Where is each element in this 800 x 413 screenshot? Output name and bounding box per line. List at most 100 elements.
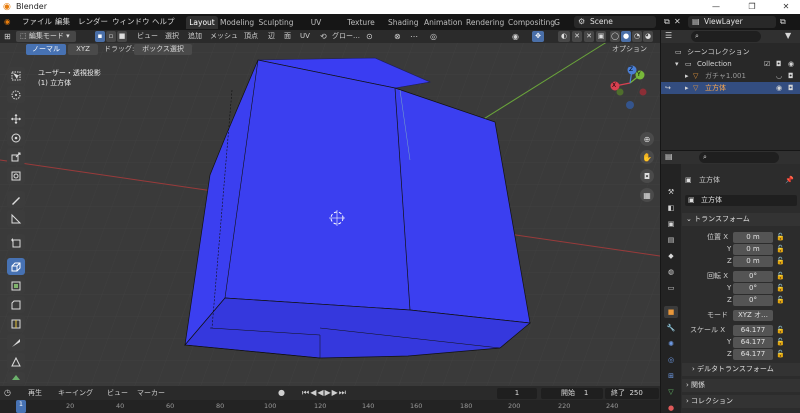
gizmo-toggle-button[interactable]: ✥ (532, 31, 544, 42)
timeline-editor-type-icon[interactable]: ◷ (4, 386, 11, 400)
lock-icon[interactable]: 🔓 (776, 349, 785, 360)
menu-view[interactable]: ビュー (137, 30, 158, 43)
tool-add-cube[interactable] (7, 234, 25, 251)
eye-icon[interactable]: ◉ (788, 58, 794, 70)
vertex-select-button[interactable]: ▪ (95, 31, 105, 42)
scene-browse-icon[interactable]: ⧉ (664, 14, 670, 30)
editor-type-icon[interactable]: ⊞ (4, 30, 11, 43)
hide-icon[interactable]: ◡ (776, 70, 782, 82)
playback-menu[interactable]: 再生 (28, 386, 42, 400)
tab-particles-icon[interactable]: ✺ (664, 338, 678, 350)
camera-view-button[interactable]: ◘ (640, 169, 654, 183)
start-frame-field[interactable]: 開始 1 (541, 388, 603, 399)
transform-orientation-select[interactable]: グロー… (332, 30, 360, 43)
overlay-toggle-button[interactable]: ◐ (558, 31, 570, 42)
tab-collection-icon[interactable]: ▭ (664, 282, 678, 294)
tool-annotate[interactable] (7, 191, 25, 208)
tab-overflow[interactable]: G (553, 16, 561, 29)
expand-icon[interactable]: ▸ (685, 70, 689, 82)
location-y-field[interactable]: 0 m (733, 244, 773, 255)
transform-panel-header[interactable]: ⌄ トランスフォーム (682, 213, 800, 226)
tab-modifier-icon[interactable]: 🔧 (664, 322, 678, 334)
outliner-collection[interactable]: ▾ ▭ Collection ☑ ◘ ◉ (661, 58, 800, 70)
xray-b-icon[interactable]: ✕ (584, 31, 594, 42)
object-name-field[interactable]: 立方体 (685, 195, 797, 206)
3d-viewport[interactable]: X Y Z ⊞ ⬚ 編集モード ▾ ▪ ▫ ■ ビュー 選択 追加 メッシュ 頂… (0, 30, 660, 386)
end-frame-field[interactable]: 終了 250 (605, 388, 659, 399)
properties-editor-type-icon[interactable]: ▤ (665, 152, 673, 161)
camera-icon[interactable]: ◘ (788, 82, 794, 94)
tool-rotate[interactable] (7, 129, 25, 146)
tool-transform[interactable] (7, 167, 25, 184)
snap-icon[interactable]: ⊗ (394, 30, 401, 43)
mode-selector[interactable]: ⬚ 編集モード ▾ (16, 31, 76, 42)
viewlayer-selector[interactable]: ▤ ViewLayer (688, 16, 776, 28)
transform-orientation-icon[interactable]: ⟲ (320, 30, 327, 43)
tool-inset[interactable] (7, 277, 25, 294)
drag-select-dropdown[interactable]: ボックス選択 (134, 44, 192, 55)
delta-transform-panel-header[interactable]: › デルタトランスフォーム (682, 363, 800, 376)
gizmo-z-label[interactable]: Z (629, 66, 633, 73)
tool-poly-build[interactable] (7, 353, 25, 370)
tab-shading[interactable]: Shading (388, 16, 418, 29)
visibility-icon[interactable]: ◉ (512, 30, 519, 43)
menu-mesh[interactable]: メッシュ (210, 30, 238, 43)
scale-x-field[interactable]: 64.177 (733, 325, 773, 336)
menu-add[interactable]: 追加 (188, 30, 202, 43)
zoom-view-button[interactable]: ⊕ (640, 132, 654, 146)
collection-panel-header[interactable]: › コレクション (682, 395, 800, 408)
pivot-point-icon[interactable]: ⊙ (366, 30, 373, 43)
menu-select[interactable]: 選択 (165, 30, 179, 43)
outliner-item-gacha[interactable]: ▸ ▽ ガチャ1.001 ◡ ◘ (661, 70, 800, 82)
tab-object-icon[interactable]: ■ (664, 306, 678, 318)
shading-material-button[interactable]: ◔ (632, 31, 642, 42)
tool-extrude[interactable] (7, 258, 25, 275)
playback-controls[interactable]: ⏮◀◀▶▶⏭ (302, 386, 347, 400)
tab-uv-editing[interactable]: UV Editing (297, 16, 335, 40)
rotation-mode-dropdown[interactable]: XYZ オ… (733, 310, 773, 321)
tab-scene-icon[interactable]: ◆ (664, 250, 678, 262)
viewlayer-browse-icon[interactable]: ⧉ (780, 14, 786, 30)
xyz-axis-button[interactable]: XYZ (68, 44, 98, 55)
outliner-item-cube[interactable]: ↪ ▸ ▽ 立方体 ◉ ◘ (661, 82, 800, 94)
tab-view-layer-icon[interactable]: ▤ (664, 234, 678, 246)
marker-menu[interactable]: マーカー (137, 386, 165, 400)
tab-material-icon[interactable]: ● (664, 402, 678, 413)
menu-help[interactable]: ヘルプ (152, 14, 175, 30)
camera-icon[interactable]: ◘ (776, 58, 782, 70)
proportional-edit-icon[interactable]: ◎ (430, 30, 437, 43)
tab-texture-paint[interactable]: Texture Paint (339, 16, 383, 40)
tool-loop-cut[interactable] (7, 315, 25, 332)
tab-animation[interactable]: Animation (424, 16, 462, 29)
menu-face[interactable]: 面 (284, 30, 291, 43)
lock-icon[interactable]: 🔓 (776, 325, 785, 336)
lock-icon[interactable]: 🔓 (776, 337, 785, 348)
tab-output-icon[interactable]: ▣ (664, 218, 678, 230)
outliner-editor-type-icon[interactable]: ☰ (665, 31, 672, 40)
frame-indicator[interactable]: 1 (16, 400, 26, 413)
snap-settings-icon[interactable]: ⋯ (410, 30, 418, 43)
properties-search-input[interactable]: ⌕ (699, 152, 779, 163)
shading-wireframe-button[interactable]: ◯ (610, 31, 620, 42)
pin-icon[interactable]: 📌 (785, 175, 794, 186)
rotation-z-field[interactable]: 0° (733, 295, 773, 306)
lock-icon[interactable]: 🔓 (776, 256, 785, 267)
tab-layout[interactable]: Layout (186, 16, 218, 29)
menu-uv[interactable]: UV (300, 30, 310, 43)
tab-sculpting[interactable]: Sculpting (258, 16, 294, 29)
location-z-field[interactable]: 0 m (733, 256, 773, 267)
menu-file[interactable]: ファイル (22, 14, 52, 30)
xray-a-icon[interactable]: ✕ (572, 31, 582, 42)
scale-z-field[interactable]: 64.177 (733, 349, 773, 360)
scene-selector[interactable]: ⚙ Scene (574, 16, 656, 28)
tab-physics-icon[interactable]: ◎ (664, 354, 678, 366)
timeline-ruler[interactable]: 1 20 40 60 80 100 120 140 160 180 200 22… (0, 400, 660, 413)
normal-orientation-button[interactable]: ノーマル (26, 44, 66, 55)
tab-render-icon[interactable]: ◧ (664, 202, 678, 214)
tool-select-box[interactable] (7, 67, 25, 84)
lock-icon[interactable]: 🔓 (776, 283, 785, 294)
tab-data-icon[interactable]: ▽ (664, 386, 678, 398)
scene-remove-icon[interactable]: ✕ (674, 14, 681, 30)
outliner-scene-collection[interactable]: ▭ シーンコレクション (661, 46, 800, 58)
checkbox-icon[interactable]: ☑ (764, 58, 770, 70)
